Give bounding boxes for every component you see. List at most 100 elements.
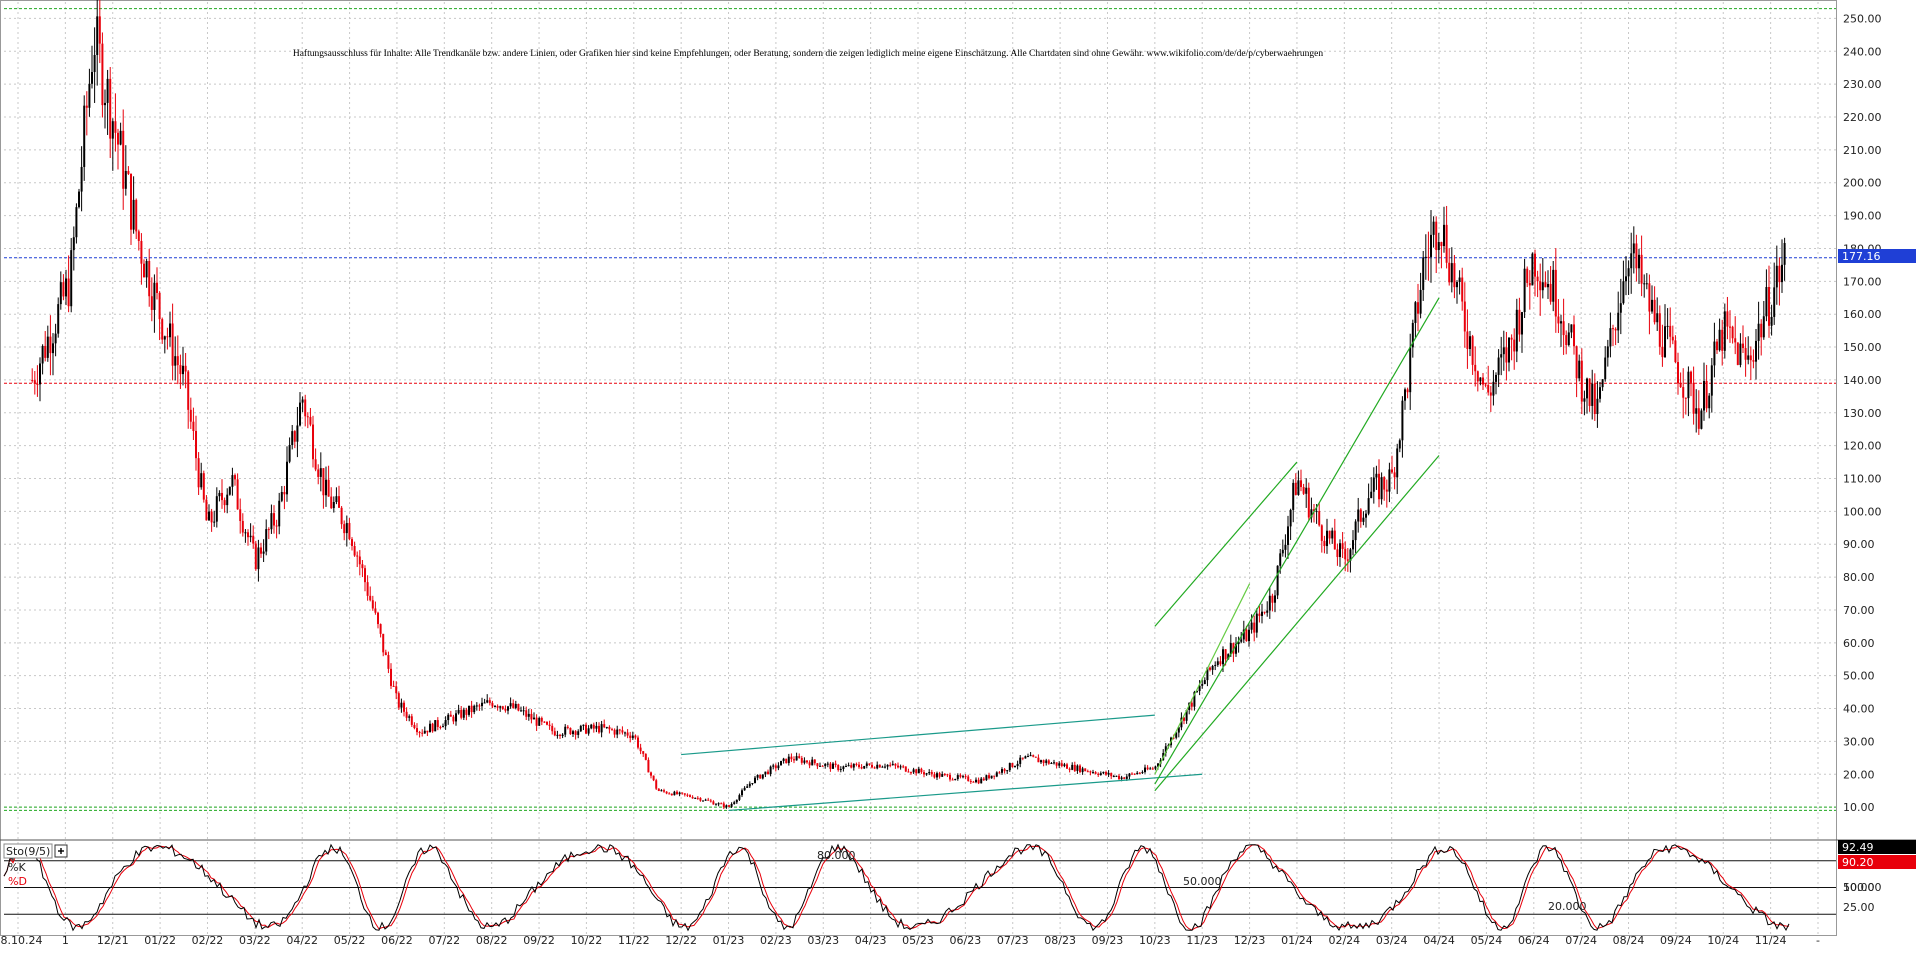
candle-body-up [447, 714, 450, 721]
candle-body-up [423, 730, 426, 734]
candle-body-up [1755, 340, 1758, 362]
candle-body-down [1471, 336, 1474, 365]
candle-body-up [429, 723, 432, 733]
candle-body-up [65, 278, 68, 297]
candle-body-up [78, 191, 81, 208]
candle-body-down [1593, 383, 1596, 415]
candle-body-down [1060, 763, 1063, 767]
candle-body-up [1024, 756, 1027, 759]
candle-body-up [153, 282, 156, 310]
candle-body-up [1289, 509, 1292, 527]
x-tick-label: 11/24 [1755, 934, 1787, 947]
candle-body-up [1326, 530, 1329, 547]
candle-body-down [327, 479, 330, 497]
candle-body-down [902, 766, 905, 768]
candle-body-down [629, 735, 632, 738]
candle-body-up [265, 529, 268, 552]
candle-body-down [988, 775, 991, 779]
candle-body-down [806, 760, 809, 763]
candle-body-up [1248, 629, 1251, 642]
candle-body-up [325, 479, 328, 496]
candle-body-down [252, 535, 255, 544]
candle-body-up [1521, 312, 1524, 335]
candle-body-down [652, 775, 655, 781]
candle-body-down [439, 726, 442, 728]
candle-body-down [1562, 321, 1565, 336]
candle-body-up [301, 399, 304, 403]
candle-body-up [1627, 268, 1630, 277]
candle-body-down [410, 716, 413, 725]
candle-body-up [1523, 268, 1526, 313]
candle-body-up [280, 492, 283, 501]
candle-body-up [616, 729, 619, 735]
candle-body-down [1333, 530, 1336, 550]
candle-body-down [205, 499, 208, 521]
candle-body-down [699, 797, 702, 801]
candle-body-up [1216, 661, 1219, 665]
candle-body-up [522, 710, 525, 712]
candle-body-down [1684, 397, 1687, 399]
candle-body-down [247, 532, 250, 538]
candle-body-up [1367, 498, 1370, 514]
candle-body-up [291, 431, 294, 446]
candle-body-down [114, 121, 117, 133]
candle-body-up [1001, 769, 1004, 773]
osc-level-80-label: 80.000 [817, 849, 856, 862]
candle-body-down [166, 336, 169, 338]
candle-body-down [553, 731, 556, 736]
candle-body-down [618, 729, 621, 731]
candle-body-up [1515, 309, 1518, 352]
candle-body-down [920, 768, 923, 773]
candle-body-down [767, 771, 770, 775]
candle-body-up [83, 105, 86, 167]
candle-body-down [1190, 702, 1193, 707]
candle-body-down [525, 710, 528, 717]
candle-body-down [1089, 771, 1092, 773]
candle-body-down [1079, 765, 1082, 773]
candle-body-down [569, 727, 572, 735]
candle-body-up [761, 774, 764, 779]
candle-body-down [816, 763, 819, 767]
candle-body-up [1708, 395, 1711, 409]
candle-body-up [1531, 253, 1534, 286]
candle-body-up [1567, 332, 1570, 346]
candle-body-down [1336, 549, 1339, 558]
candle-body-up [408, 716, 411, 718]
x-tick-label: 01/22 [144, 934, 176, 947]
candle-body-up [1596, 398, 1599, 415]
x-tick-label: 03/23 [807, 934, 839, 947]
candle-body-down [1463, 301, 1466, 332]
candle-body-up [174, 356, 177, 366]
candle-body-up [57, 304, 60, 334]
candle-body-down [501, 706, 504, 709]
candle-body-down [353, 545, 356, 556]
candle-body-down [1565, 335, 1568, 346]
y-tick-label: 170.00 [1843, 275, 1882, 288]
plus-box-icon[interactable] [54, 844, 68, 858]
candle-body-down [465, 709, 468, 715]
osc-level-50-label: 50.000 [1183, 875, 1222, 888]
candle-body-down [1021, 757, 1024, 759]
candle-body-up [1422, 257, 1425, 290]
candle-body-up [527, 713, 530, 717]
candle-body-up [80, 166, 83, 192]
candle-body-down [338, 496, 341, 508]
x-tick-label: 06/24 [1518, 934, 1550, 947]
candle-body-up [1500, 354, 1503, 358]
y-tick-label: 10.00 [1843, 801, 1875, 814]
candle-body-down [559, 734, 562, 736]
candle-body-up [1430, 234, 1433, 257]
candle-body-up [1141, 772, 1144, 774]
candle-body-up [70, 250, 73, 307]
candle-body-down [1612, 328, 1615, 330]
candle-body-up [226, 494, 229, 506]
candle-body-down [254, 543, 257, 570]
candle-body-up [590, 724, 593, 729]
x-tick-label: 05/22 [334, 934, 366, 947]
candle-body-down [1258, 613, 1261, 616]
candle-body-up [1092, 772, 1095, 774]
candle-body-down [1614, 328, 1617, 331]
candle-body-down [304, 399, 307, 417]
candle-body-up [1398, 440, 1401, 449]
candle-body-down [49, 336, 52, 354]
